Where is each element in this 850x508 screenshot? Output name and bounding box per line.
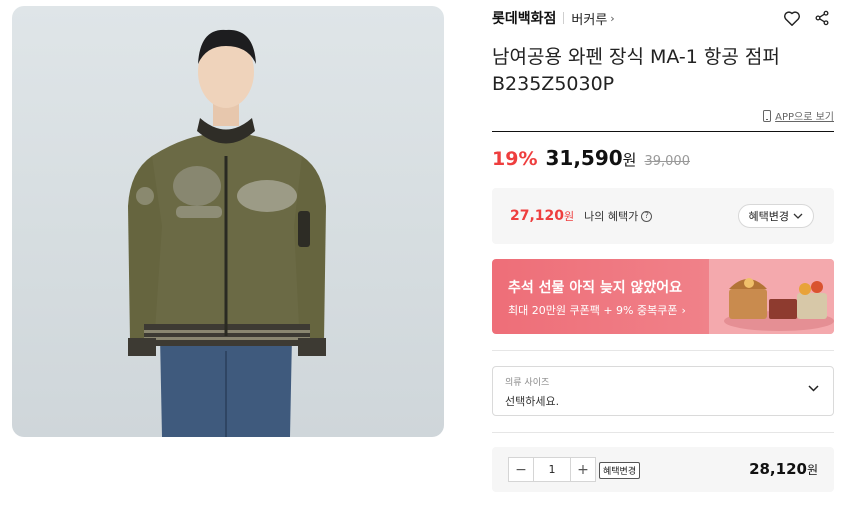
my-benefit-box: 27,120원 나의 혜택가 ? 혜택변경: [492, 188, 834, 244]
change-benefit-label: 혜택변경: [748, 210, 789, 223]
size-select-value: 선택하세요.: [505, 395, 560, 408]
currency-unit: 원: [622, 151, 637, 169]
promo-banner-title: 추석 선물 아직 늦지 않았어요: [508, 280, 683, 296]
chevron-down-icon: [808, 385, 819, 392]
product-image[interactable]: [12, 6, 444, 437]
phone-icon: [763, 109, 772, 122]
sale-price: 31,590원: [545, 146, 636, 170]
product-photo: [128, 29, 326, 437]
sale-price-value: 31,590: [545, 146, 623, 170]
help-icon[interactable]: ?: [641, 210, 653, 222]
heart-icon[interactable]: [782, 8, 802, 28]
brand-divider: [563, 12, 565, 24]
change-benefit-button[interactable]: 혜택변경: [737, 204, 814, 228]
benefit-price-value: 27,120: [510, 208, 565, 224]
brand-row: 롯데백화점 버커루 ›: [492, 8, 834, 28]
promo-banner-subtitle: 최대 20만원 쿠폰팩 + 9% 중복쿠폰 ›: [508, 302, 686, 318]
increase-quantity-button[interactable]: +: [571, 458, 595, 481]
benefit-label: 나의 혜택가 ?: [584, 208, 653, 224]
quantity-value[interactable]: 1: [533, 458, 571, 481]
size-select-label: 의류 사이즈: [505, 378, 550, 388]
chevron-down-icon: [793, 213, 803, 219]
top-actions: [782, 8, 832, 28]
store-name[interactable]: 롯데백화점: [492, 8, 556, 28]
price-row: 19% 31,590원 39,000: [492, 146, 690, 170]
product-title: 남여공용 와펜 장식 MA-1 항공 점퍼 B235Z5030P: [492, 44, 822, 98]
product-title-line1: 남여공용 와펜 장식 MA-1 항공 점퍼: [492, 46, 780, 68]
quantity-stepper: − 1 +: [508, 457, 596, 482]
total-currency-unit: 원: [806, 463, 818, 477]
original-price: 39,000: [644, 154, 690, 169]
share-icon[interactable]: [812, 8, 832, 28]
promo-banner[interactable]: 추석 선물 아직 늦지 않았어요 최대 20만원 쿠폰팩 + 9% 중복쿠폰 ›: [492, 259, 834, 334]
change-benefit-tag[interactable]: 혜택변경: [599, 462, 641, 479]
chevron-right-icon: ›: [681, 303, 686, 317]
section-divider: [492, 350, 834, 351]
view-in-app-link[interactable]: APP으로 보기: [763, 108, 834, 123]
view-in-app-label: APP으로 보기: [775, 112, 834, 123]
total-price-value: 28,120: [749, 460, 807, 478]
brand-name: 버커루: [571, 12, 608, 28]
quantity-box: − 1 + 혜택변경 28,120원: [492, 447, 834, 492]
decrease-quantity-button[interactable]: −: [509, 458, 533, 481]
section-divider: [492, 131, 834, 132]
benefit-price: 27,120원: [510, 208, 574, 224]
chevron-right-icon: ›: [610, 11, 615, 25]
benefit-label-text: 나의 혜택가: [584, 210, 639, 223]
gift-set-image: [709, 259, 834, 334]
product-code: B235Z5030P: [492, 73, 615, 95]
total-price: 28,120원: [749, 460, 818, 478]
size-select[interactable]: 의류 사이즈 선택하세요.: [492, 366, 834, 416]
promo-banner-subtitle-text: 최대 20만원 쿠폰팩 + 9% 중복쿠폰: [508, 304, 678, 317]
discount-rate: 19%: [492, 148, 538, 170]
benefit-currency-unit: 원: [564, 210, 575, 223]
brand-link[interactable]: 버커루 ›: [571, 9, 614, 28]
section-divider: [492, 432, 834, 433]
